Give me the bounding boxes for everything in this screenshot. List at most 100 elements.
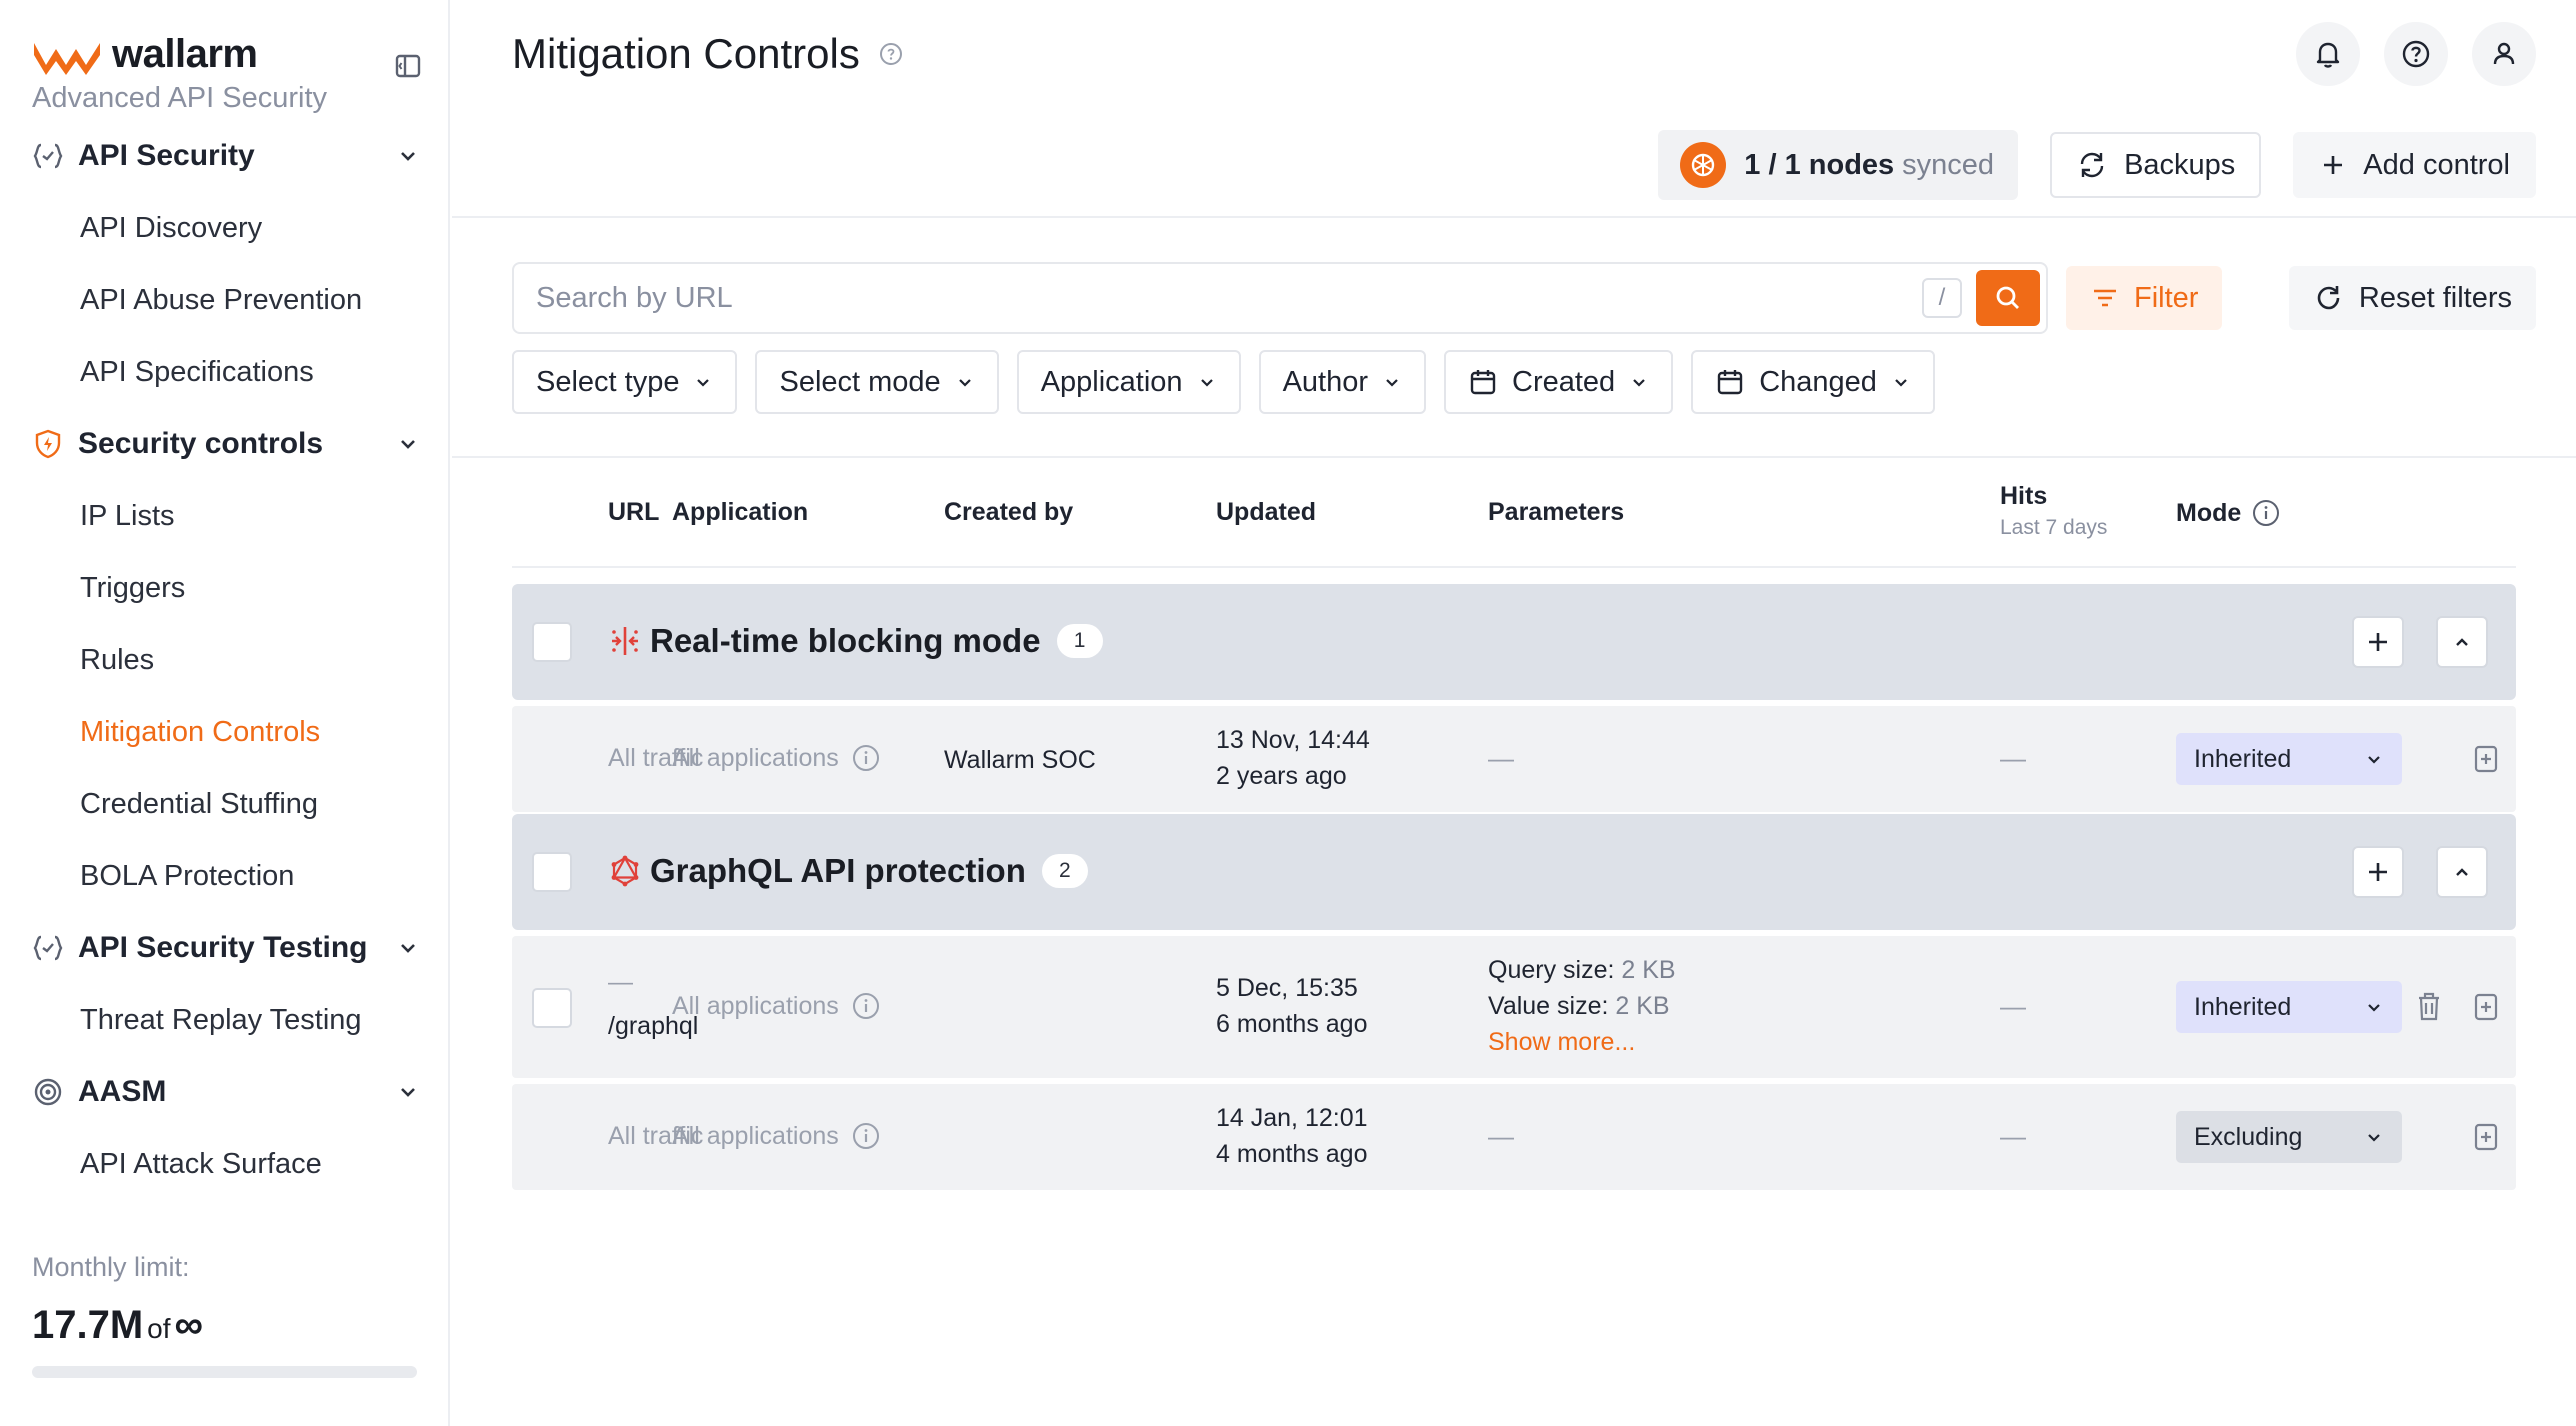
sidebar-item-credential-stuffing[interactable]: Credential Stuffing [0, 768, 448, 840]
filter-label: Filter [2134, 281, 2199, 314]
dropdown-label: Select type [536, 365, 680, 398]
table-row[interactable]: — /graphql All applications 5 Dec, 15:35… [512, 936, 2516, 1078]
nav-section-api-security-testing[interactable]: API Security Testing [0, 912, 448, 984]
help-circle-icon[interactable] [878, 41, 904, 67]
chevron-down-icon [401, 152, 415, 161]
bell-icon [2316, 42, 2340, 68]
select-type-dropdown[interactable]: Select type [512, 350, 738, 414]
author-dropdown[interactable]: Author [1258, 350, 1427, 414]
table-row[interactable]: All traffic All applications Wallarm SOC… [512, 706, 2516, 812]
group-collapse-button[interactable] [2436, 616, 2488, 668]
mode-select[interactable]: Excluding [2176, 1111, 2402, 1163]
sidebar-item-bola-protection[interactable]: BOLA Protection [0, 840, 448, 912]
sidebar-item-rules[interactable]: Rules [0, 624, 448, 696]
col-application[interactable]: Application [672, 498, 808, 527]
row-updated-ago: 6 months ago [1216, 1010, 1368, 1038]
plus-icon [2369, 633, 2387, 651]
group-count-badge: 2 [1041, 854, 1088, 888]
chevron-up-icon [2456, 638, 2468, 646]
row-checkbox[interactable] [532, 988, 572, 1028]
filter-button[interactable]: Filter [2066, 266, 2223, 330]
group-row-real-time-blocking[interactable]: Real-time blocking mode 1 [512, 584, 2516, 700]
row-hits: — [2000, 1121, 2026, 1151]
sidebar-item-triggers[interactable]: Triggers [0, 552, 448, 624]
mode-select[interactable]: Inherited [2176, 733, 2402, 785]
copy-add-icon[interactable] [2474, 742, 2504, 776]
created-date-dropdown[interactable]: Created [1444, 350, 1674, 414]
group-row-graphql-protection[interactable]: GraphQL API protection 2 [512, 814, 2516, 930]
nav-section-security-controls[interactable]: Security controls [0, 408, 448, 480]
notifications-button[interactable] [2296, 22, 2360, 86]
sidebar-item-api-attack-surface[interactable]: API Attack Surface [0, 1128, 448, 1200]
copy-add-icon[interactable] [2474, 990, 2504, 1024]
sidebar-item-threat-replay-testing[interactable]: Threat Replay Testing [0, 984, 448, 1056]
help-button[interactable] [2384, 22, 2448, 86]
select-mode-dropdown[interactable]: Select mode [755, 350, 999, 414]
col-hits[interactable]: Hits [2000, 482, 2047, 511]
sidebar-item-mitigation-controls[interactable]: Mitigation Controls [0, 696, 448, 768]
row-param-value-size: Value size: 2 KB [1488, 988, 1670, 1024]
reset-filters-button[interactable]: Reset filters [2288, 266, 2536, 330]
chevron-up-icon [2456, 868, 2468, 876]
search-button[interactable] [1976, 270, 2040, 326]
chevron-down-icon [401, 1088, 415, 1097]
chevron-down-icon [401, 440, 415, 449]
nav-section-aasm[interactable]: AASM [0, 1056, 448, 1128]
dropdown-label: Author [1282, 365, 1369, 398]
wallarm-logo-icon [34, 42, 100, 75]
nav-section-label: Security controls [78, 427, 324, 460]
info-icon[interactable] [851, 1121, 881, 1151]
search-input[interactable] [514, 281, 1922, 315]
api-braces-icon [32, 140, 64, 172]
group-checkbox[interactable] [532, 622, 572, 662]
sidebar-item-ip-lists[interactable]: IP Lists [0, 480, 448, 552]
add-control-button[interactable]: Add control [2293, 132, 2536, 198]
col-url[interactable]: URL [608, 498, 659, 527]
monthly-limit: Monthly limit: 17.7M of ∞ [32, 1252, 417, 1378]
copy-add-icon[interactable] [2474, 1120, 2504, 1154]
group-checkbox[interactable] [532, 852, 572, 892]
page-title: Mitigation Controls [512, 30, 904, 78]
sidebar-item-api-discovery[interactable]: API Discovery [0, 192, 448, 264]
api-braces-icon [32, 932, 64, 964]
info-icon[interactable] [851, 991, 881, 1021]
group-add-button[interactable] [2352, 616, 2404, 668]
nodes-sync-status[interactable]: 1 / 1 nodes synced [1658, 130, 2019, 200]
group-collapse-button[interactable] [2436, 846, 2488, 898]
sidebar-nav: API Security API Discovery API Abuse Pre… [0, 120, 448, 1200]
row-hits: — [2000, 743, 2026, 773]
group-add-button[interactable] [2352, 846, 2404, 898]
changed-date-dropdown[interactable]: Changed [1691, 350, 1935, 414]
node-sync-icon [1680, 142, 1727, 188]
search-icon [1996, 286, 2019, 309]
calendar-icon [1717, 370, 1743, 395]
trash-icon[interactable] [2414, 990, 2444, 1022]
col-updated[interactable]: Updated [1216, 498, 1316, 527]
sidebar-item-api-abuse-prevention[interactable]: API Abuse Prevention [0, 264, 448, 336]
row-updated-date: 14 Jan, 12:01 [1216, 1104, 1368, 1132]
dropdown-label: Changed [1759, 365, 1877, 398]
sidebar-item-api-specifications[interactable]: API Specifications [0, 336, 448, 408]
row-application: All applications [672, 1118, 881, 1154]
profile-button[interactable] [2472, 22, 2536, 86]
nav-section-label: API Security Testing [78, 931, 368, 964]
group-title-text: Real-time blocking mode [650, 622, 1041, 659]
info-icon[interactable] [851, 743, 881, 773]
col-created-by[interactable]: Created by [944, 498, 1073, 527]
backups-button[interactable]: Backups [2050, 132, 2262, 198]
brand[interactable]: wallarm [32, 32, 258, 77]
group-count-badge: 1 [1056, 624, 1103, 658]
plus-icon [2324, 156, 2343, 174]
sidebar-collapse-icon[interactable] [392, 50, 424, 82]
row-updated-date: 5 Dec, 15:35 [1216, 974, 1358, 1002]
header-divider [452, 216, 2576, 218]
show-more-link[interactable]: Show more... [1488, 1024, 1635, 1060]
info-icon[interactable] [2251, 498, 2281, 528]
mode-select[interactable]: Inherited [2176, 981, 2402, 1033]
application-dropdown[interactable]: Application [1016, 350, 1241, 414]
nav-section-api-security[interactable]: API Security [0, 120, 448, 192]
table-row[interactable]: All traffic All applications 14 Jan, 12:… [512, 1084, 2516, 1190]
row-parameters: — [1488, 1121, 1514, 1151]
col-parameters[interactable]: Parameters [1488, 498, 1624, 527]
col-mode[interactable]: Mode [2176, 498, 2281, 528]
